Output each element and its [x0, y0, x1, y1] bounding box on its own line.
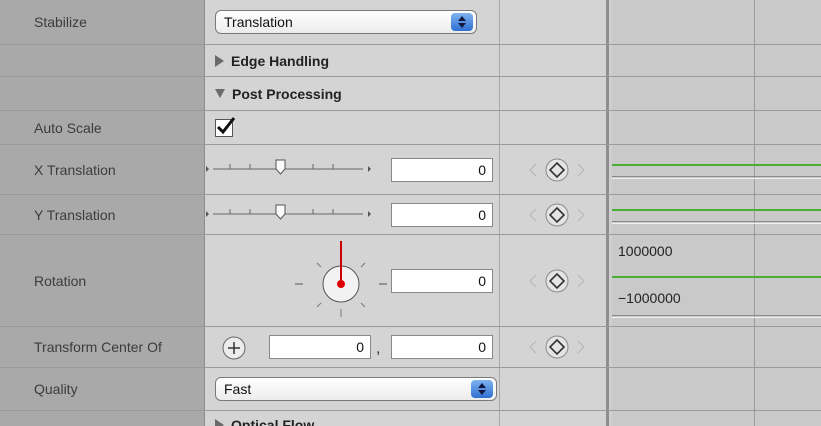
param-label: X Translation	[34, 161, 116, 178]
row-edge-handling: Edge Handling	[0, 45, 821, 76]
x-translation-slider[interactable]	[205, 145, 385, 194]
triangle-right-icon[interactable]	[577, 208, 585, 221]
row-post-processing: Post Processing	[0, 77, 821, 110]
slider-thumb[interactable]	[275, 204, 286, 220]
triangle-right-icon[interactable]	[577, 340, 585, 354]
up-down-arrows-icon	[471, 380, 493, 398]
y-translation-curve	[612, 195, 821, 234]
param-label: Stabilize	[34, 14, 87, 30]
triangle-right-icon	[215, 54, 224, 67]
param-label: Quality	[34, 381, 78, 397]
crosshair-plus-icon[interactable]	[221, 335, 247, 361]
param-label: Auto Scale	[34, 119, 102, 136]
triangle-left-icon[interactable]	[529, 163, 537, 176]
param-label: Rotation	[34, 272, 87, 289]
quality-popup[interactable]: Fast	[215, 377, 497, 401]
keyframe-navigator	[529, 203, 585, 226]
x-translation-field[interactable]: 0	[391, 157, 493, 182]
keyframe-navigator	[529, 269, 585, 292]
triangle-right-icon	[215, 419, 224, 426]
param-label: Transform Center Of	[34, 339, 162, 355]
row-optical-flow: Optical Flow	[0, 411, 821, 426]
param-label: Y Translation	[34, 206, 116, 223]
timeline-cell	[612, 0, 821, 44]
row-y-translation: Y Translation 0	[0, 195, 821, 234]
optical-flow-group[interactable]: Optical Flow	[215, 417, 314, 426]
rotation-dial[interactable]	[291, 239, 391, 323]
transform-center-x-field[interactable]: 0	[269, 335, 371, 359]
up-down-arrows-icon	[451, 13, 473, 31]
stabilize-popup[interactable]: Translation	[215, 10, 477, 34]
checkmark-icon	[216, 116, 236, 134]
x-translation-curve	[612, 145, 821, 194]
triangle-right-icon[interactable]	[577, 274, 585, 287]
triangle-left-icon[interactable]	[529, 340, 537, 354]
triangle-right-icon[interactable]	[577, 163, 585, 176]
coordinate-separator: ,	[376, 339, 381, 357]
popup-value: Translation	[224, 14, 293, 30]
auto-scale-checkbox[interactable]	[215, 116, 236, 137]
curve-min-label: −1000000	[618, 290, 681, 306]
curve-max-label: 1000000	[618, 243, 673, 259]
triangle-left-icon[interactable]	[529, 208, 537, 221]
rotation-field[interactable]: 0	[391, 268, 493, 293]
keyframe-navigator	[529, 335, 585, 359]
y-translation-field[interactable]: 0	[391, 202, 493, 227]
keyframe-navigator	[529, 158, 585, 181]
row-stabilize: Stabilize Translation	[0, 0, 821, 44]
y-translation-slider[interactable]	[205, 195, 385, 234]
triangle-down-icon	[215, 88, 225, 98]
rotation-curve: 1000000 −1000000	[612, 235, 821, 326]
row-quality: Quality Fast	[0, 368, 821, 410]
triangle-left-icon[interactable]	[529, 274, 537, 287]
post-processing-group[interactable]: Post Processing	[215, 86, 342, 102]
slider-thumb[interactable]	[275, 159, 286, 175]
popup-value: Fast	[224, 381, 252, 397]
row-auto-scale: Auto Scale	[0, 111, 821, 144]
row-rotation: Rotation 0 1000000 −1000000	[0, 235, 821, 326]
row-transform-center: Transform Center Of 0 , 0	[0, 327, 821, 367]
inspector-panel: Stabilize Translation Edge Handling Post…	[0, 0, 821, 426]
row-x-translation: X Translation 0	[0, 145, 821, 194]
transform-center-y-field[interactable]: 0	[391, 335, 493, 359]
edge-handling-group[interactable]: Edge Handling	[215, 53, 329, 69]
